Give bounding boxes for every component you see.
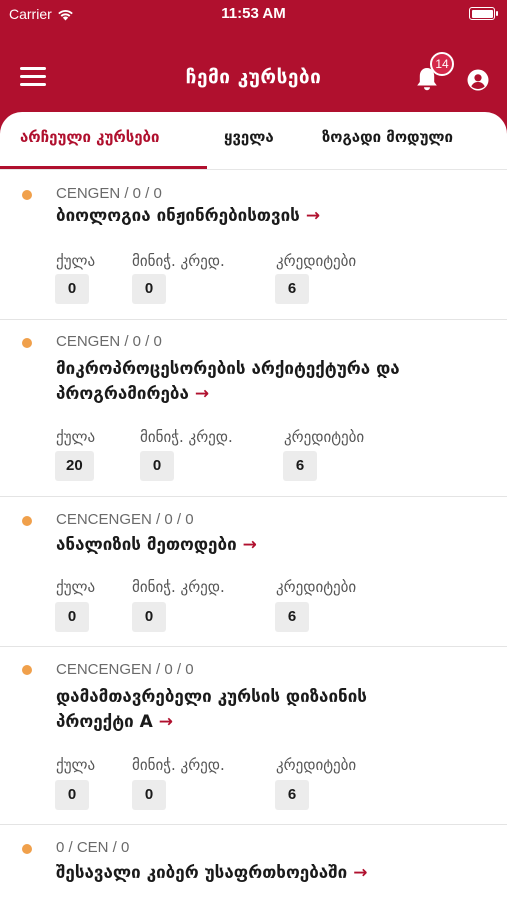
stat-label-awarded-credits: მინიჭ. კრედ. [140,428,233,446]
stat-value-awarded-credits: 0 [132,602,166,632]
stat-value-awarded-credits: 0 [140,451,174,481]
course-title: მიკროპროცესორების არქიტექტურა და პროგრამ… [56,357,476,407]
status-dot-icon [22,844,32,854]
stat-label-awarded-credits: მინიჭ. კრედ. [132,252,225,270]
course-code: 0 / CEN / 0 [56,839,130,856]
status-dot-icon [22,516,32,526]
course-code: CENCENGEN / 0 / 0 [56,661,194,678]
stat-label-credits: კრედიტები [284,428,365,446]
tab-bar: არჩეული კურსები ყველა ზოგადი მოდული [0,112,507,170]
arrow-right-icon[interactable]: → [243,535,257,555]
course-title-line: დამამთავრებელი კურსის დიზაინის [56,687,367,707]
stat-label-awarded-credits: მინიჭ. კრედ. [132,756,225,774]
course-title-text: ანალიზის მეთოდები [56,535,237,555]
course-title-line: პროგრამირება [56,384,189,404]
status-dot-icon [22,338,32,348]
tab-general-module[interactable]: ზოგადი მოდული [322,128,453,146]
notification-badge: 14 [430,52,454,76]
course-title: დამამთავრებელი კურსის დიზაინის პროექტი A… [56,685,476,735]
course-item[interactable]: CENCENGEN / 0 / 0 დამამთავრებელი კურსის … [0,647,507,825]
active-tab-indicator [0,166,207,169]
course-code: CENCENGEN / 0 / 0 [56,511,194,528]
stat-value-credits: 6 [283,451,317,481]
stat-value-credits: 6 [275,602,309,632]
stat-value-awarded-credits: 0 [132,274,166,304]
stat-label-credits: კრედიტები [276,252,357,270]
tab-selected-courses[interactable]: არჩეული კურსები [20,128,159,146]
stat-value-score: 0 [55,274,89,304]
stat-value-awarded-credits: 0 [132,780,166,810]
tab-all[interactable]: ყველა [224,128,274,146]
user-icon[interactable] [466,68,490,92]
arrow-right-icon[interactable]: → [306,206,320,226]
status-dot-icon [22,190,32,200]
stat-value-credits: 6 [275,274,309,304]
stat-label-credits: კრედიტები [276,756,357,774]
course-title-text: ბიოლოგია ინჟინრებისთვის [56,206,300,226]
status-bar: Carrier 11:53 AM [0,0,507,30]
arrow-right-icon[interactable]: → [195,384,209,404]
course-title-line: პროექტი A [56,712,153,732]
course-title: ბიოლოგია ინჟინრებისთვის → [56,204,476,229]
course-item[interactable]: CENGEN / 0 / 0 მიკროპროცესორების არქიტექ… [0,320,507,497]
app-header: ჩემი კურსები 14 [0,30,507,112]
course-title-text: შესავალი კიბერ უსაფრთხოებაში [56,863,348,883]
stat-label-score: ქულა [56,252,96,270]
battery-icon [469,7,498,20]
stat-label-credits: კრედიტები [276,578,357,596]
stat-value-score: 20 [55,451,94,481]
course-code: CENGEN / 0 / 0 [56,185,162,202]
stat-label-score: ქულა [56,756,96,774]
course-code: CENGEN / 0 / 0 [56,333,162,350]
tab-bar-container: არჩეული კურსები ყველა ზოგადი მოდული [0,112,507,170]
course-title-line: მიკროპროცესორების არქიტექტურა და [56,359,400,379]
arrow-right-icon[interactable]: → [159,712,173,732]
stat-value-credits: 6 [275,780,309,810]
course-title: ანალიზის მეთოდები → [56,533,476,558]
arrow-right-icon[interactable]: → [353,863,367,883]
course-item[interactable]: CENGEN / 0 / 0 ბიოლოგია ინჟინრებისთვის → … [0,170,507,320]
stat-value-score: 0 [55,602,89,632]
course-title: შესავალი კიბერ უსაფრთხოებაში → [56,861,476,886]
stat-label-score: ქულა [56,428,96,446]
stat-label-score: ქულა [56,578,96,596]
course-item[interactable]: CENCENGEN / 0 / 0 ანალიზის მეთოდები → ქულ… [0,497,507,647]
course-item[interactable]: 0 / CEN / 0 შესავალი კიბერ უსაფრთხოებაში… [0,825,507,900]
status-dot-icon [22,665,32,675]
stat-value-score: 0 [55,780,89,810]
stat-label-awarded-credits: მინიჭ. კრედ. [132,578,225,596]
clock: 11:53 AM [221,5,286,22]
